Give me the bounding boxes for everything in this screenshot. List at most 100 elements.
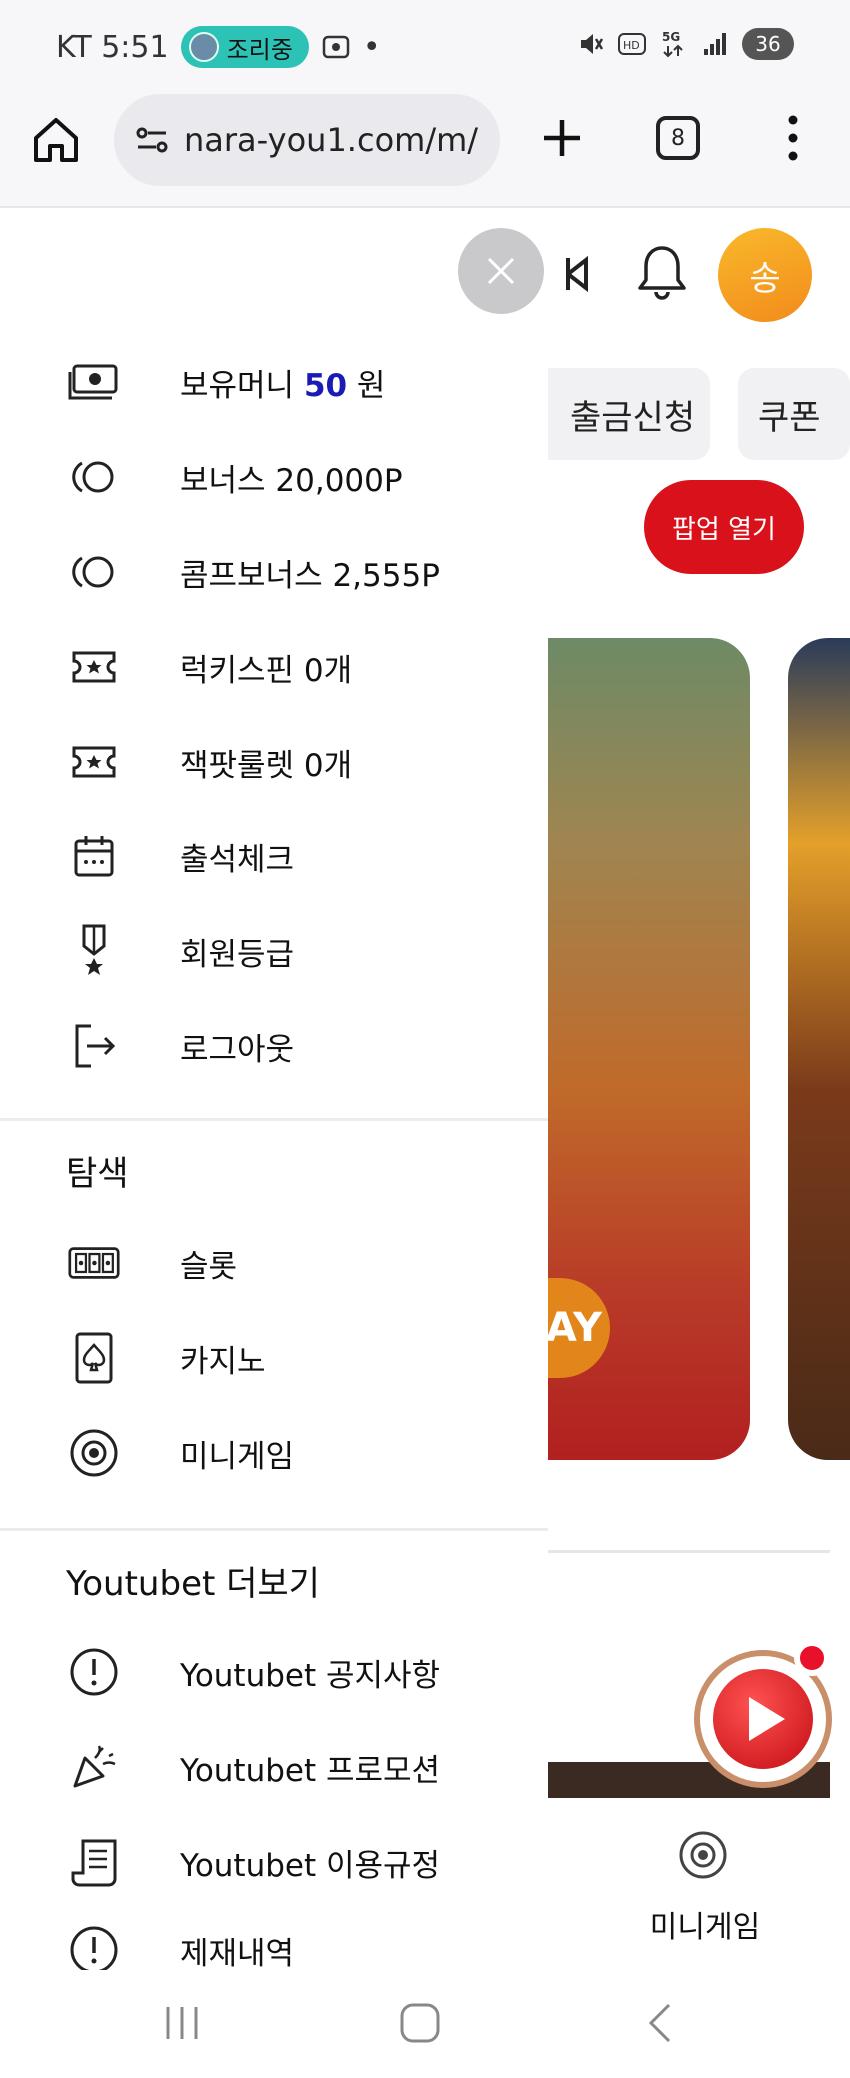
banner-badge-text: AY (545, 1305, 602, 1351)
menu-item-membership-level[interactable]: 회원등급 (0, 911, 548, 991)
party-popper-icon (68, 1741, 120, 1793)
popup-button-label: 팝업 열기 (672, 514, 776, 545)
promotions-label: Youtubet 프로모션 (180, 1752, 441, 1789)
balance-label: 보유머니 50 원 (180, 367, 386, 404)
menu-item-notices[interactable]: Youtubet 공지사항 (0, 1632, 548, 1712)
notices-label: Youtubet 공지사항 (180, 1657, 441, 1694)
ticket-icon (68, 736, 120, 788)
avatar[interactable]: 송 (718, 228, 812, 322)
terms-label: Youtubet 이용규정 (180, 1847, 441, 1884)
chip-icon (68, 1427, 120, 1479)
slot-icon (68, 1237, 120, 1289)
menu-item-jackpot-roulette[interactable]: 잭팟룰렛 0개 (0, 722, 548, 802)
menu-item-balance[interactable]: 보유머니 50 원 (0, 342, 548, 422)
tab-coupon-label: 쿠폰 (758, 397, 821, 438)
coin-icon (68, 451, 120, 503)
money-icon (68, 356, 120, 408)
casino-label: 카지노 (180, 1343, 266, 1380)
ticket-icon (68, 641, 120, 693)
coin-icon (68, 546, 120, 598)
bonus-label: 보너스 20,000P (180, 462, 403, 499)
activity-pill[interactable]: 조리중 (180, 26, 309, 68)
notification-dot (794, 1640, 830, 1676)
menu-item-comp-bonus[interactable]: 콤프보너스 2,555P (0, 532, 548, 612)
youtube-play-icon (713, 1669, 813, 1769)
medal-icon (68, 924, 120, 977)
site-settings-icon[interactable] (134, 125, 170, 155)
url-text: nara-you1.com/m/ (184, 121, 479, 159)
svg-text:5G: 5G (662, 30, 680, 44)
document-icon (68, 1836, 120, 1888)
status-right: HD 5G 36 (578, 28, 794, 60)
menu-item-bonus[interactable]: 보너스 20,000P (0, 437, 548, 517)
close-drawer-button[interactable] (458, 228, 544, 314)
jackpot-roulette-label: 잭팟룰렛 0개 (180, 747, 353, 784)
close-icon (487, 257, 515, 285)
mute-icon (581, 34, 604, 54)
tab-count: 8 (671, 125, 685, 151)
divider (530, 1550, 830, 1553)
notice-icon (68, 1646, 120, 1698)
avatar-initial: 송 (749, 258, 781, 299)
game-banner-2[interactable] (788, 638, 850, 1460)
mini-game-label: 미니게임 (180, 1438, 295, 1475)
menu-item-mini-game[interactable]: 미니게임 (0, 1413, 548, 1493)
calendar-icon (68, 830, 120, 882)
divider (0, 1118, 548, 1121)
menu-item-casino[interactable]: 카지노 (0, 1318, 548, 1398)
lucky-spin-label: 럭키스핀 0개 (180, 652, 353, 689)
notice-icon (68, 1924, 120, 1970)
membership-level-label: 회원등급 (180, 936, 295, 973)
open-popup-button[interactable]: 팝업 열기 (644, 480, 804, 574)
card-icon (68, 1332, 120, 1384)
battery-icon: 36 (742, 28, 794, 60)
slot-label: 슬롯 (180, 1248, 238, 1285)
signal-icon (704, 33, 726, 55)
comp-bonus-label: 콤프보너스 2,555P (180, 557, 440, 594)
explore-section-title: 탐색 (66, 1154, 129, 1194)
back-icon[interactable] (630, 1998, 690, 2048)
menu-item-promotions[interactable]: Youtubet 프로모션 (0, 1727, 548, 1807)
home-icon[interactable] (30, 114, 82, 166)
system-nav-bar (0, 1970, 850, 2078)
status-bar: KT 5:51 조리중 • HD 5G 36 (0, 0, 850, 90)
tab-withdraw-label: 출금신청 (570, 397, 696, 438)
menu-item-logout[interactable]: 로그아웃 (0, 1006, 548, 1086)
status-left: KT 5:51 조리중 • (56, 26, 381, 68)
menu-item-lucky-spin[interactable]: 럭키스핀 0개 (0, 627, 548, 707)
svg-text:HD: HD (623, 39, 640, 52)
screenshot-icon (322, 35, 350, 59)
hd-icon: HD (618, 33, 646, 55)
sanctions-label: 제재내역 (180, 1935, 295, 1971)
address-bar[interactable]: nara-you1.com/m/ (114, 94, 500, 186)
menu-item-slot[interactable]: 슬롯 (0, 1223, 548, 1303)
5g-icon: 5G (662, 30, 683, 58)
battery-level: 36 (755, 32, 781, 56)
balance-amount: 50 (303, 367, 348, 404)
menu-item-sanctions[interactable]: 제재내역 (0, 1910, 548, 1970)
more-section-title: Youtubet 더보기 (66, 1564, 320, 1604)
divider (0, 1528, 548, 1531)
logout-icon (68, 1020, 120, 1072)
menu-item-attendance[interactable]: 출석체크 (0, 816, 548, 896)
side-drawer: 보유머니 50 원 보너스 20,000P 콤프보너스 2,555P 럭키스핀 … (0, 210, 548, 1970)
pill-avatar-icon (188, 32, 219, 62)
chip-icon[interactable] (678, 1830, 728, 1880)
status-dot: • (362, 29, 381, 65)
tab-coupon[interactable]: 쿠폰 (738, 368, 850, 460)
more-options-icon[interactable] (778, 112, 808, 164)
browser-toolbar: nara-you1.com/m/ 8 (0, 90, 850, 208)
pill-label: 조리중 (226, 35, 293, 64)
camera-icon[interactable] (566, 254, 590, 294)
menu-item-terms[interactable]: Youtubet 이용규정 (0, 1822, 548, 1902)
mini-game-tab-label[interactable]: 미니게임 (640, 1902, 770, 1946)
home-nav-icon[interactable] (390, 1998, 450, 2048)
attendance-label: 출석체크 (180, 841, 295, 878)
carrier-time: KT 5:51 (56, 29, 169, 65)
game-banner[interactable]: AY (530, 638, 750, 1460)
logout-label: 로그아웃 (180, 1031, 295, 1068)
bell-icon[interactable] (634, 242, 690, 302)
recent-apps-icon[interactable] (152, 1998, 212, 2048)
new-tab-icon[interactable] (536, 112, 588, 164)
tab-switcher-button[interactable]: 8 (656, 116, 700, 160)
